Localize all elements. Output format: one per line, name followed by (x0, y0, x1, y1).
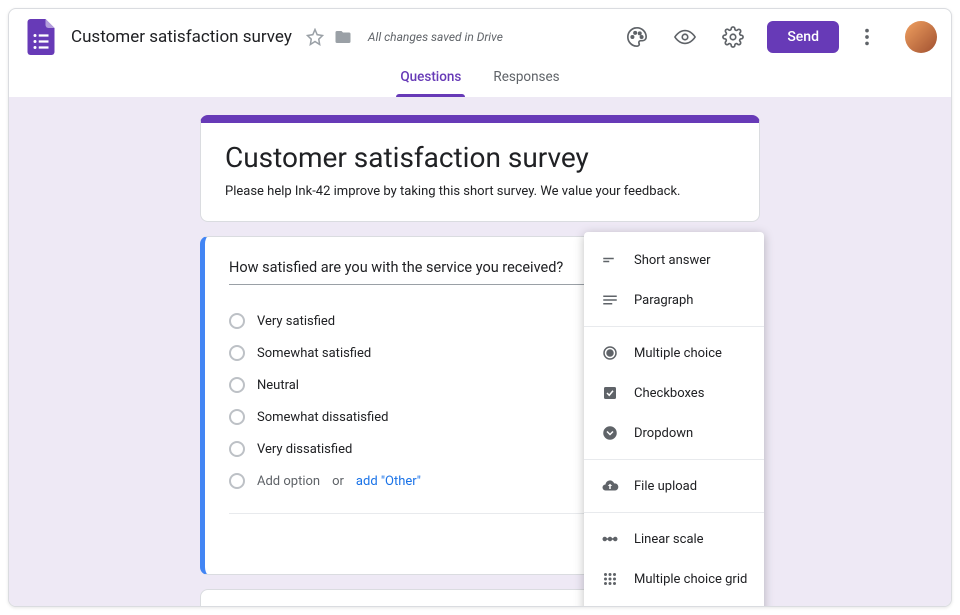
more-menu-icon[interactable] (847, 17, 887, 57)
qtype-label: Multiple choice grid (634, 572, 747, 587)
qtype-dropdown[interactable]: Dropdown (584, 413, 764, 453)
qtype-short-answer[interactable]: Short answer (584, 240, 764, 280)
qtype-label: Short answer (634, 253, 711, 268)
form-title[interactable]: Customer satisfaction survey (225, 141, 735, 174)
save-status: All changes saved in Drive (368, 30, 503, 44)
radio-icon (229, 409, 245, 425)
add-other-link[interactable]: add "Other" (356, 474, 421, 489)
radio-icon (229, 473, 245, 489)
menu-separator (584, 326, 764, 327)
qtype-label: Dropdown (634, 426, 693, 441)
option-label[interactable]: Somewhat dissatisfied (257, 410, 388, 425)
form-description[interactable]: Please help Ink-42 improve by taking thi… (225, 184, 735, 199)
add-option-label[interactable]: Add option (257, 474, 320, 489)
menu-separator (584, 459, 764, 460)
qtype-file-upload[interactable]: File upload (584, 466, 764, 506)
qtype-label: Multiple choice (634, 346, 722, 361)
send-button[interactable]: Send (767, 21, 839, 53)
qtype-label: File upload (634, 479, 697, 494)
cloud-upload-icon (600, 476, 620, 496)
forms-app-icon[interactable] (23, 19, 59, 55)
qtype-label: Paragraph (634, 293, 693, 308)
option-label[interactable]: Somewhat satisfied (257, 346, 371, 361)
account-avatar[interactable] (905, 21, 937, 53)
qtype-paragraph[interactable]: Paragraph (584, 280, 764, 320)
qtype-label: Linear scale (634, 532, 704, 547)
form-canvas: Customer satisfaction survey Please help… (9, 97, 951, 606)
radio-icon (229, 313, 245, 329)
preview-icon[interactable] (665, 17, 705, 57)
radio-filled-icon (600, 343, 620, 363)
tab-responses[interactable]: Responses (489, 65, 563, 97)
form-header-card[interactable]: Customer satisfaction survey Please help… (200, 115, 760, 222)
settings-icon[interactable] (713, 17, 753, 57)
folder-icon[interactable] (334, 28, 352, 46)
qtype-label: Checkboxes (634, 386, 704, 401)
qtype-mc-grid[interactable]: Multiple choice grid (584, 559, 764, 599)
option-label[interactable]: Very dissatisfied (257, 442, 352, 457)
radio-icon (229, 441, 245, 457)
header-bar: Customer satisfaction survey All changes… (9, 9, 951, 65)
checkbox-icon (600, 383, 620, 403)
star-icon[interactable] (306, 28, 324, 46)
dropdown-icon (600, 423, 620, 443)
option-label[interactable]: Neutral (257, 378, 299, 393)
tab-bar: Questions Responses (9, 65, 951, 97)
short-answer-icon (600, 250, 620, 270)
palette-icon[interactable] (617, 17, 657, 57)
menu-separator (584, 512, 764, 513)
qtype-multiple-choice[interactable]: Multiple choice (584, 333, 764, 373)
radio-icon (229, 345, 245, 361)
qtype-checkboxes[interactable]: Checkboxes (584, 373, 764, 413)
qtype-linear-scale[interactable]: Linear scale (584, 519, 764, 559)
paragraph-icon (600, 290, 620, 310)
linear-scale-icon (600, 529, 620, 549)
question-type-menu: Short answer Paragraph Multiple choice C… (584, 232, 764, 606)
grid-circles-icon (600, 569, 620, 589)
or-label: or (332, 474, 344, 489)
radio-icon (229, 377, 245, 393)
tab-questions[interactable]: Questions (396, 65, 465, 97)
document-title[interactable]: Customer satisfaction survey (67, 25, 296, 49)
option-label[interactable]: Very satisfied (257, 314, 335, 329)
question-text-input[interactable]: How satisfied are you with the service y… (229, 259, 593, 285)
qtype-cb-grid[interactable]: Checkbox grid (584, 599, 764, 606)
